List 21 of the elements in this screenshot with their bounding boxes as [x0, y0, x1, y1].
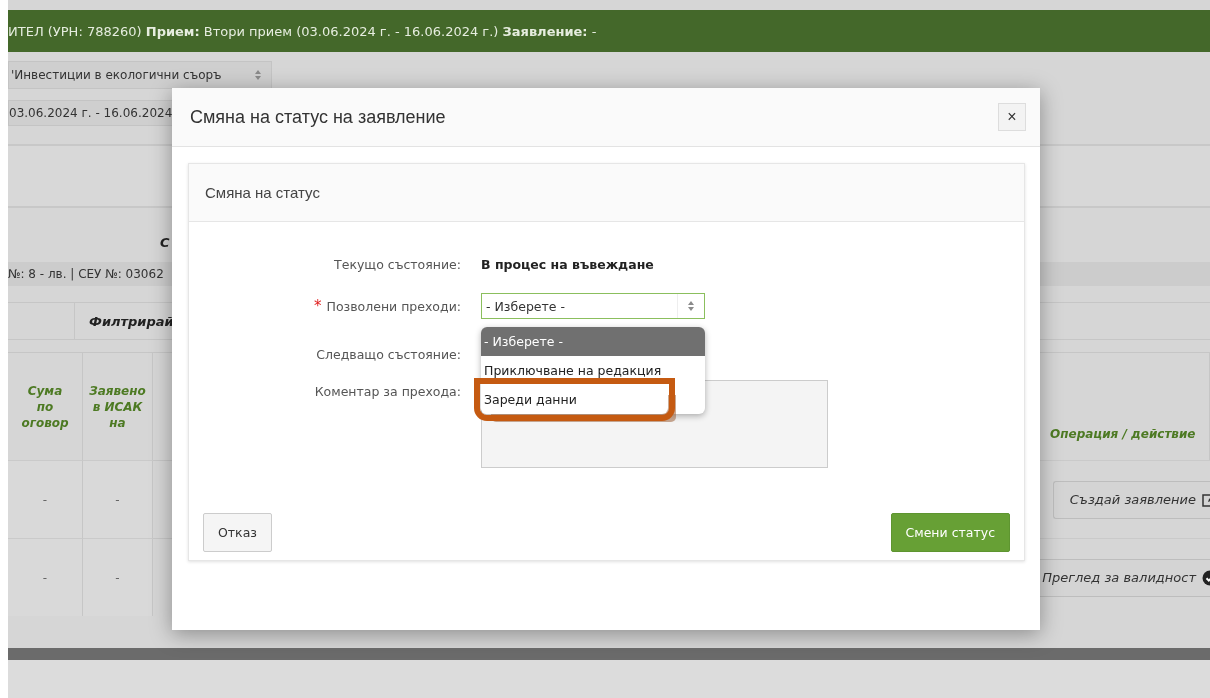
panel-title: Смяна на статус — [189, 164, 1024, 222]
section-title: С — [159, 233, 171, 252]
horizontal-scrollbar[interactable] — [8, 648, 1210, 660]
required-mark: * — [314, 297, 322, 315]
sort-arrows-icon — [253, 69, 263, 81]
action-button[interactable]: Създай заявление — [1052, 480, 1210, 519]
field-label: Позволени преходи: — [326, 298, 461, 314]
dropdown-option[interactable]: Приключване на редакция — [481, 356, 705, 385]
header-bar: ИТЕЛ (УРН: 788260) Прием: Втори прием (03.06.2024 г. - 16.06.2024 г.) Заявление: - — [8, 10, 1210, 52]
cancel-button[interactable]: Отказ — [203, 513, 272, 552]
table-cell: - — [8, 460, 83, 538]
field-label: Следващо състояние: — [316, 346, 461, 362]
table-cell: - — [83, 538, 153, 616]
table-cell: - — [83, 460, 153, 538]
measure-select[interactable]: 'Инвестиции в екологични съоръ — [8, 61, 272, 89]
dropdown-option[interactable]: - Изберете - — [481, 327, 705, 356]
field-label: Коментар за прехода: — [314, 384, 461, 399]
sort-arrows-icon — [686, 300, 696, 312]
close-button[interactable]: × — [998, 103, 1026, 131]
filter-label: Филтрирай — [88, 312, 174, 331]
table-cell: - — [8, 538, 83, 616]
